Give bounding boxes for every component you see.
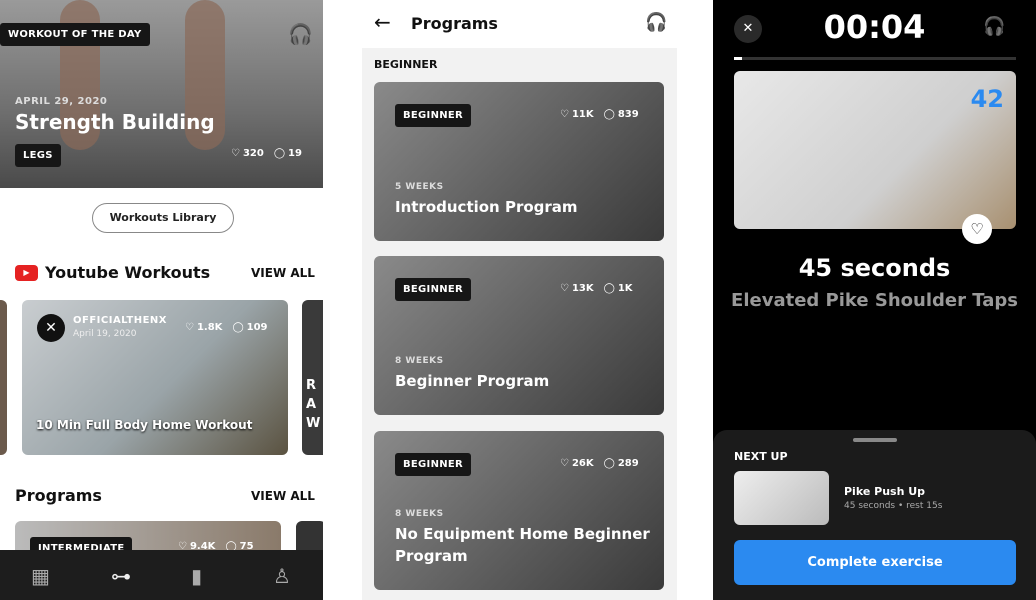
legs-tag: LEGS <box>15 144 61 167</box>
sheet-handle[interactable] <box>853 438 897 442</box>
program-title: Beginner Program <box>395 372 550 390</box>
comment-icon[interactable]: ◯ <box>604 109 615 120</box>
program-weeks: 8 WEEKS <box>395 356 444 366</box>
exercise-duration: 45 seconds <box>798 254 951 282</box>
programs-screen: ← Programs 🎧 BEGINNER BEGINNER ♡ 11K ◯ 839 … <box>362 0 677 600</box>
headphones-icon[interactable]: 🎧 <box>645 12 667 33</box>
hero-workout-card[interactable]: WORKOUT OF THE DAY 🎧 APRIL 29, 2020 Stre… <box>0 0 323 188</box>
exercise-video[interactable]: 42 <box>734 71 1016 229</box>
heart-icon[interactable]: ♡ <box>560 283 569 294</box>
complete-exercise-button[interactable]: Complete exercise <box>734 540 1016 585</box>
workout-of-day-badge: WORKOUT OF THE DAY <box>0 23 150 46</box>
channel-avatar: ✕ <box>37 314 65 342</box>
grid-icon[interactable]: ▦ <box>31 564 50 588</box>
comment-icon[interactable]: ◯ <box>232 322 243 333</box>
program-weeks: 5 WEEKS <box>395 182 444 192</box>
headphones-icon[interactable]: 🎧 <box>288 22 313 46</box>
heart-icon[interactable]: ♡ <box>231 148 240 159</box>
exercise-player-screen: ✕ 00:04 🎧 42 ♡ 45 seconds Elevated Pike … <box>713 0 1036 600</box>
home-screen: WORKOUT OF THE DAY 🎧 APRIL 29, 2020 Stre… <box>0 0 323 600</box>
hero-title: Strength Building <box>15 110 215 134</box>
youtube-icon: ▶ <box>15 265 38 281</box>
workouts-library-button[interactable]: Workouts Library <box>92 203 234 233</box>
favorite-button[interactable]: ♡ <box>962 214 992 244</box>
program-title: Introduction Program <box>395 198 578 216</box>
program-weeks: 8 WEEKS <box>395 509 444 519</box>
program-card[interactable]: BEGINNER ♡ 13K ◯ 1K 8 WEEKS Beginner Progra… <box>374 256 664 415</box>
video-title: 10 Min Full Body Home Workout <box>36 418 253 432</box>
dumbbell-icon[interactable]: ⊶ <box>111 564 131 588</box>
rep-count: 42 <box>970 85 1004 113</box>
headphones-icon[interactable]: 🎧 <box>983 16 1005 37</box>
back-arrow-icon[interactable]: ← <box>374 10 391 34</box>
page-title: Programs <box>411 14 498 33</box>
program-card[interactable]: BEGINNER ♡ 26K ◯ 289 8 WEEKS No Equipment H… <box>374 431 664 590</box>
bottom-nav: ▦ ⊶ ▮ ♙ <box>0 550 323 600</box>
next-exercise-thumbnail[interactable] <box>734 471 829 525</box>
next-up-sheet: NEXT UP Pike Push Up 45 seconds • rest 1… <box>713 430 1036 600</box>
hero-date: APRIL 29, 2020 <box>15 96 108 107</box>
heart-icon[interactable]: ♡ <box>560 109 569 120</box>
progress-bar <box>734 57 1016 60</box>
level-tag: BEGINNER <box>395 104 472 127</box>
youtube-view-all[interactable]: VIEW ALL <box>251 266 315 280</box>
program-card[interactable]: BEGINNER ♡ 11K ◯ 839 5 WEEKS Introduction P… <box>374 82 664 241</box>
youtube-section-title: Youtube Workouts <box>45 263 211 282</box>
profile-icon[interactable]: ♙ <box>273 564 291 588</box>
exercise-name: Elevated Pike Shoulder Taps <box>731 290 1018 311</box>
level-tag: BEGINNER <box>395 453 472 476</box>
comment-icon[interactable]: ◯ <box>274 148 285 159</box>
section-label: BEGINNER <box>374 58 438 71</box>
comment-icon[interactable]: ◯ <box>604 458 615 469</box>
comment-icon[interactable]: ◯ <box>604 283 615 294</box>
next-video-title-peek: R A W <box>306 378 321 431</box>
heart-icon[interactable]: ♡ <box>185 322 194 333</box>
programs-section-title: Programs <box>15 486 102 505</box>
next-video-card-peek[interactable]: R A W <box>302 300 323 455</box>
youtube-video-card[interactable]: ✕ OFFICIALTHENX April 19, 2020 ♡ 1.8K ◯ 109… <box>22 300 288 455</box>
programs-view-all[interactable]: VIEW ALL <box>251 489 315 503</box>
chart-icon[interactable]: ▮ <box>191 564 202 588</box>
level-tag: BEGINNER <box>395 278 472 301</box>
heart-icon[interactable]: ♡ <box>560 458 569 469</box>
program-title: No Equipment Home Beginner Program <box>395 525 650 565</box>
